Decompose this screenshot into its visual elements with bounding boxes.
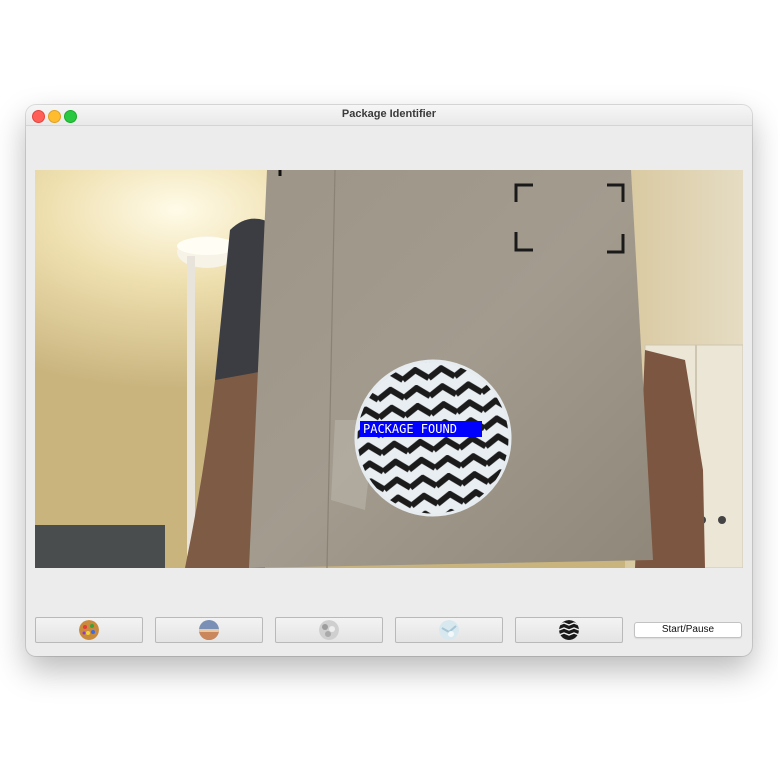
thumbnail-button-zigzag[interactable] [515,617,623,643]
thumbnail-button-rocks[interactable] [275,617,383,643]
start-pause-button[interactable]: Start/Pause [634,622,742,638]
camera-frame-image: PACKAGE FOUND [35,170,743,568]
ice-thumbnail-icon [439,620,459,640]
thumbnail-button-landscape[interactable] [155,617,263,643]
app-window: Package Identifier PACKAGE FOUND Start/P… [26,105,752,656]
thumbnail-button-sprinkles[interactable] [35,617,143,643]
camera-feed: PACKAGE FOUND [35,170,743,568]
landscape-thumbnail-icon [199,620,219,640]
title-bar[interactable]: Package Identifier [26,105,752,126]
window-title: Package Identifier [341,108,437,120]
sprinkles-thumbnail-icon [79,620,99,640]
thumbnail-button-ice[interactable] [395,617,503,643]
zigzag-thumbnail-icon [559,620,579,640]
rocks-thumbnail-icon [319,620,339,640]
detection-label: PACKAGE FOUND [363,422,457,436]
